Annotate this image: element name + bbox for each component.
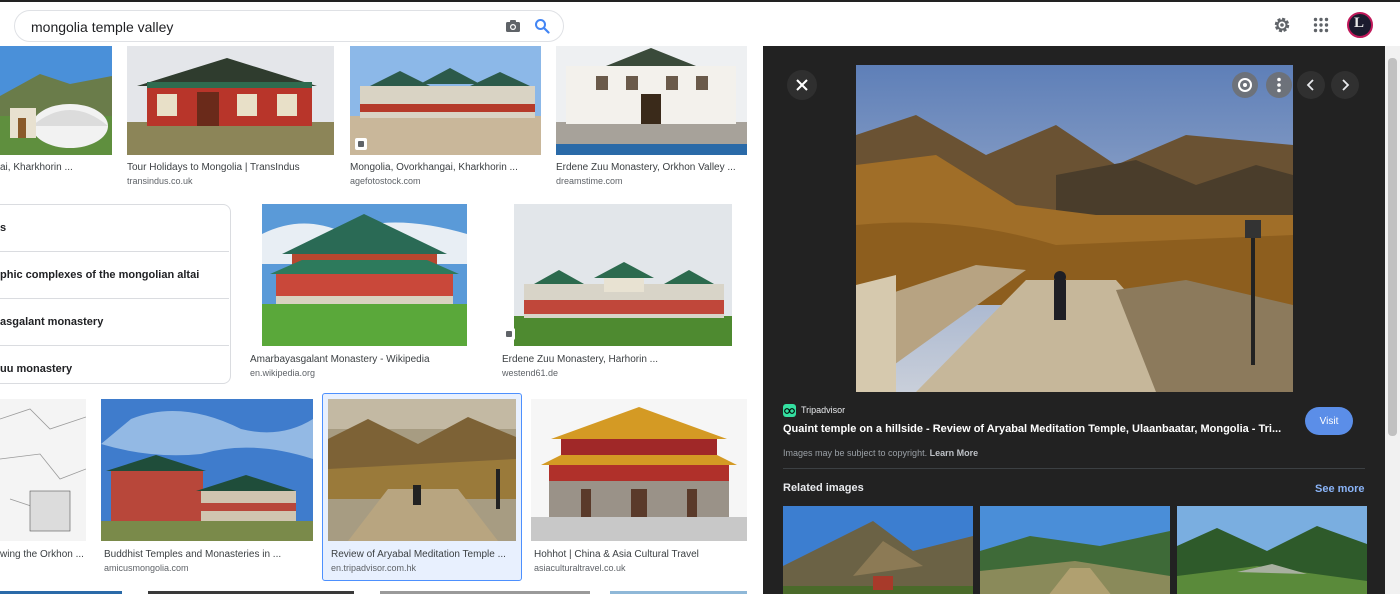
related-search-item[interactable]: asgalant monastery bbox=[0, 299, 229, 346]
copyright-notice: Images may be subject to copyright. Lear… bbox=[783, 448, 978, 458]
result-thumbnail bbox=[531, 399, 747, 541]
preview-main-image[interactable] bbox=[856, 65, 1293, 392]
result-title[interactable]: Erdene Zuu Monastery, Harhorin ... bbox=[502, 354, 742, 365]
visit-button[interactable]: Visit bbox=[1305, 407, 1353, 435]
panel-divider bbox=[783, 468, 1365, 469]
result-thumbnail bbox=[101, 399, 313, 541]
result-tile[interactable]: Hohhot | China & Asia Cultural Travel as… bbox=[531, 399, 747, 579]
image-preview-panel: Tripadvisor Quaint temple on a hillside … bbox=[763, 46, 1385, 594]
preview-site-name: Tripadvisor bbox=[801, 405, 846, 415]
related-search-item[interactable]: uu monastery bbox=[0, 346, 229, 393]
chevron-right-icon bbox=[1342, 79, 1350, 91]
previous-image-button[interactable] bbox=[1297, 71, 1325, 99]
search-header: L bbox=[0, 2, 1400, 46]
result-title[interactable]: Amarbayasgalant Monastery - Wikipedia bbox=[250, 354, 480, 365]
see-more-link[interactable]: See more bbox=[1315, 483, 1365, 495]
image-results-grid: ai, Kharkhorin ... Tour Holidays to Mong… bbox=[0, 46, 763, 594]
result-tile[interactable]: ai, Kharkhorin ... bbox=[0, 46, 112, 186]
result-source: westend61.de bbox=[502, 368, 559, 378]
result-tile[interactable]: Erdene Zuu Monastery, Harhorin ... weste… bbox=[499, 204, 747, 384]
result-title[interactable]: Review of Aryabal Meditation Temple ... bbox=[331, 549, 513, 560]
result-thumbnail bbox=[0, 46, 112, 155]
result-tile[interactable]: Amarbayasgalant Monastery - Wikipedia en… bbox=[247, 204, 483, 384]
result-thumbnail bbox=[262, 204, 467, 346]
image-badge-icon bbox=[355, 138, 367, 150]
result-thumbnail bbox=[0, 399, 86, 541]
image-badge-icon bbox=[503, 328, 515, 340]
related-search-item[interactable]: phic complexes of the mongolian altai bbox=[0, 252, 229, 299]
result-source: amicusmongolia.com bbox=[104, 563, 189, 573]
related-image-thumbnail[interactable] bbox=[980, 506, 1170, 594]
result-title[interactable]: Tour Holidays to Mongolia | TransIndus bbox=[127, 162, 334, 173]
result-tile[interactable]: wing the Orkhon ... bbox=[0, 399, 86, 579]
result-source: en.wikipedia.org bbox=[250, 368, 316, 378]
more-options-button[interactable] bbox=[1266, 72, 1292, 98]
result-tile[interactable]: Tour Holidays to Mongolia | TransIndus t… bbox=[127, 46, 334, 186]
search-input[interactable] bbox=[31, 17, 491, 37]
close-preview-button[interactable] bbox=[787, 70, 817, 100]
result-title[interactable]: Hohhot | China & Asia Cultural Travel bbox=[534, 549, 744, 560]
result-source: en.tripadvisor.com.hk bbox=[331, 563, 417, 573]
result-thumbnail bbox=[556, 46, 747, 155]
result-title[interactable]: Mongolia, Ovorkhangai, Kharkhorin ... bbox=[350, 162, 541, 173]
result-tile[interactable]: Mongolia, Ovorkhangai, Kharkhorin ... ag… bbox=[350, 46, 541, 186]
result-title[interactable]: wing the Orkhon ... bbox=[0, 549, 86, 560]
avatar-letter: L bbox=[1354, 15, 1365, 31]
result-thumbnail bbox=[127, 46, 334, 155]
related-image-thumbnail[interactable] bbox=[783, 506, 973, 594]
page-scrollbar[interactable] bbox=[1385, 46, 1400, 594]
search-box[interactable] bbox=[14, 10, 564, 42]
result-tile[interactable]: Review of Aryabal Meditation Temple ... … bbox=[328, 399, 516, 579]
apps-grid-icon[interactable] bbox=[1313, 17, 1329, 33]
result-title[interactable]: ai, Kharkhorin ... bbox=[0, 162, 73, 173]
result-tile[interactable]: Buddhist Temples and Monasteries in ... … bbox=[101, 399, 313, 579]
chevron-left-icon bbox=[1306, 79, 1314, 91]
result-title[interactable]: Erdene Zuu Monastery, Orkhon Valley ... bbox=[556, 162, 747, 173]
copyright-text: Images may be subject to copyright. bbox=[783, 448, 928, 458]
preview-title-link[interactable]: Quaint temple on a hillside - Review of … bbox=[783, 423, 1283, 435]
lens-icon bbox=[1238, 78, 1252, 92]
scrollbar-thumb[interactable] bbox=[1388, 58, 1397, 436]
related-images-heading: Related images bbox=[783, 482, 864, 494]
related-searches-heading: s bbox=[0, 205, 229, 252]
more-vert-icon bbox=[1277, 77, 1281, 93]
account-avatar[interactable]: L bbox=[1347, 12, 1373, 38]
lens-search-button[interactable] bbox=[1232, 72, 1258, 98]
gear-icon[interactable] bbox=[1272, 15, 1292, 35]
result-source: transindus.co.uk bbox=[127, 176, 193, 186]
result-source: agefotostock.com bbox=[350, 176, 421, 186]
close-icon bbox=[796, 79, 808, 91]
learn-more-link[interactable]: Learn More bbox=[930, 448, 979, 458]
related-searches-card: s phic complexes of the mongolian altai … bbox=[0, 204, 231, 384]
next-image-button[interactable] bbox=[1331, 71, 1359, 99]
result-thumbnail bbox=[328, 399, 516, 541]
result-tile[interactable]: Erdene Zuu Monastery, Orkhon Valley ... … bbox=[556, 46, 747, 186]
result-thumbnail bbox=[514, 204, 732, 346]
related-image-thumbnail[interactable] bbox=[1177, 506, 1367, 594]
result-source: asiaculturaltravel.co.uk bbox=[534, 563, 626, 573]
result-thumbnail bbox=[350, 46, 541, 155]
camera-icon[interactable] bbox=[505, 18, 521, 34]
result-title[interactable]: Buddhist Temples and Monasteries in ... bbox=[104, 549, 310, 560]
tripadvisor-icon bbox=[783, 404, 796, 417]
result-source: dreamstime.com bbox=[556, 176, 623, 186]
search-icon[interactable] bbox=[534, 18, 550, 34]
